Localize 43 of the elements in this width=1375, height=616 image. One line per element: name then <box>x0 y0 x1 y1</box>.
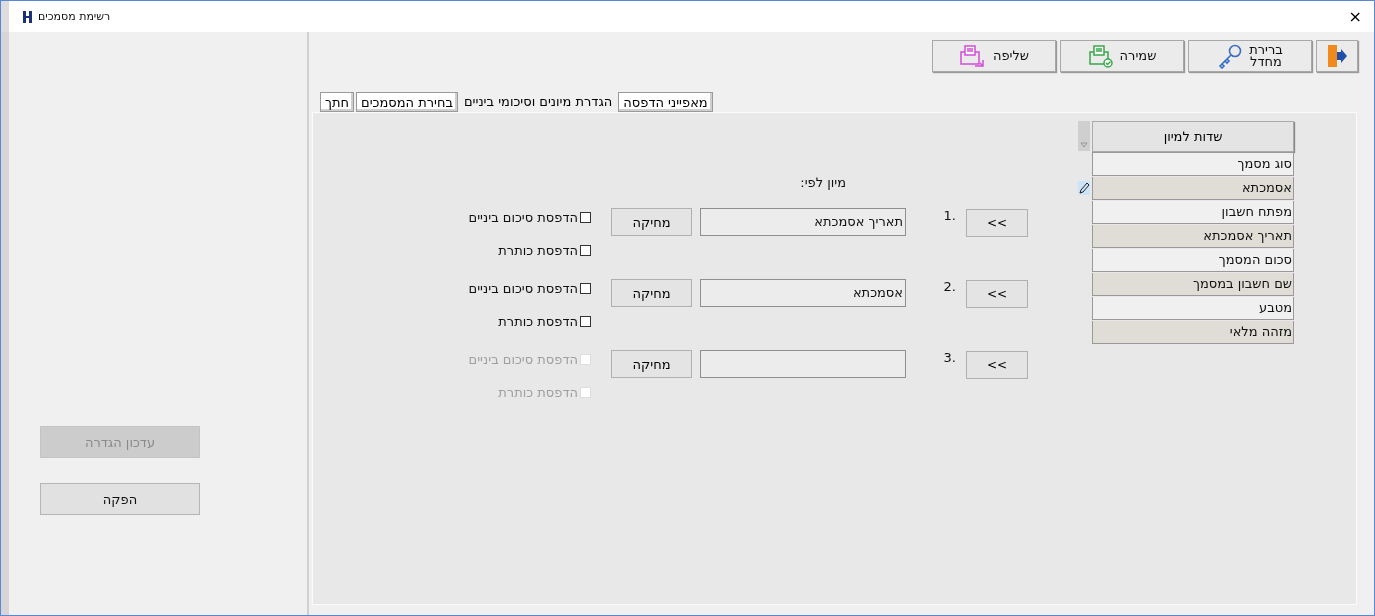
checkbox-option[interactable]: הדפסת סיכום ביניים <box>468 279 591 297</box>
checkbox-option[interactable]: הדפסת סיכום ביניים <box>468 208 591 226</box>
sort-field[interactable]: אסמכתא <box>700 279 906 307</box>
checkbox-option[interactable]: הדפסת כותרת <box>468 241 591 259</box>
pencil-icon <box>1078 181 1090 195</box>
row-number: 3. <box>942 350 957 365</box>
list-item[interactable]: סוג מסמך <box>1092 152 1294 176</box>
tab[interactable]: חתך <box>320 92 355 112</box>
toolbar-button[interactable]: שמירה <box>1060 40 1184 72</box>
list-header[interactable]: שדות למיון <box>1092 121 1294 152</box>
checkbox-option[interactable]: הדפסת כותרת <box>468 312 591 330</box>
sort-field[interactable]: תאריך אסמכתא <box>700 208 906 236</box>
list-item[interactable]: מטבע <box>1092 296 1294 320</box>
toolbar-button[interactable]: ברירת מחדל <box>1188 40 1312 72</box>
exit-button[interactable] <box>1316 40 1358 72</box>
list-item[interactable]: מפתח חשבון <box>1092 200 1294 224</box>
add-field-button[interactable]: << <box>966 280 1028 308</box>
row-number: 1. <box>942 208 957 223</box>
row-number: 2. <box>942 279 957 294</box>
close-button[interactable]: × <box>1344 7 1366 26</box>
action-button[interactable]: הפקה <box>40 483 200 515</box>
key-icon <box>1217 43 1244 69</box>
sort-by-label: מיון לפי: <box>799 175 846 190</box>
list-item[interactable]: שם חשבון במסמך <box>1092 272 1294 296</box>
tab[interactable]: בחירת המסמכים <box>356 92 458 112</box>
list-item[interactable]: מזהה מלאי <box>1092 320 1294 344</box>
tab[interactable]: מאפייני הדפסה <box>618 92 713 112</box>
list-item[interactable]: תאריך אסמכתא <box>1092 224 1294 248</box>
window-title: רשימת מסמכים <box>38 10 111 23</box>
folder-check-icon <box>1087 44 1114 68</box>
folder-arrow-icon <box>958 44 987 68</box>
delete-button[interactable]: מחיקה <box>611 350 692 378</box>
app-logo-icon <box>23 10 32 23</box>
list-item[interactable]: אסמכתא <box>1092 176 1294 200</box>
list-item[interactable]: סכום המסמך <box>1092 248 1294 272</box>
delete-button[interactable]: מחיקה <box>611 279 692 307</box>
add-field-button[interactable]: << <box>966 351 1028 379</box>
door-exit-icon <box>1326 44 1348 68</box>
delete-button[interactable]: מחיקה <box>611 208 692 236</box>
scroll-down-icon <box>1078 121 1090 151</box>
add-field-button[interactable]: << <box>966 209 1028 237</box>
toolbar-button[interactable]: שליפה <box>932 40 1056 72</box>
sort-field[interactable] <box>700 350 906 378</box>
